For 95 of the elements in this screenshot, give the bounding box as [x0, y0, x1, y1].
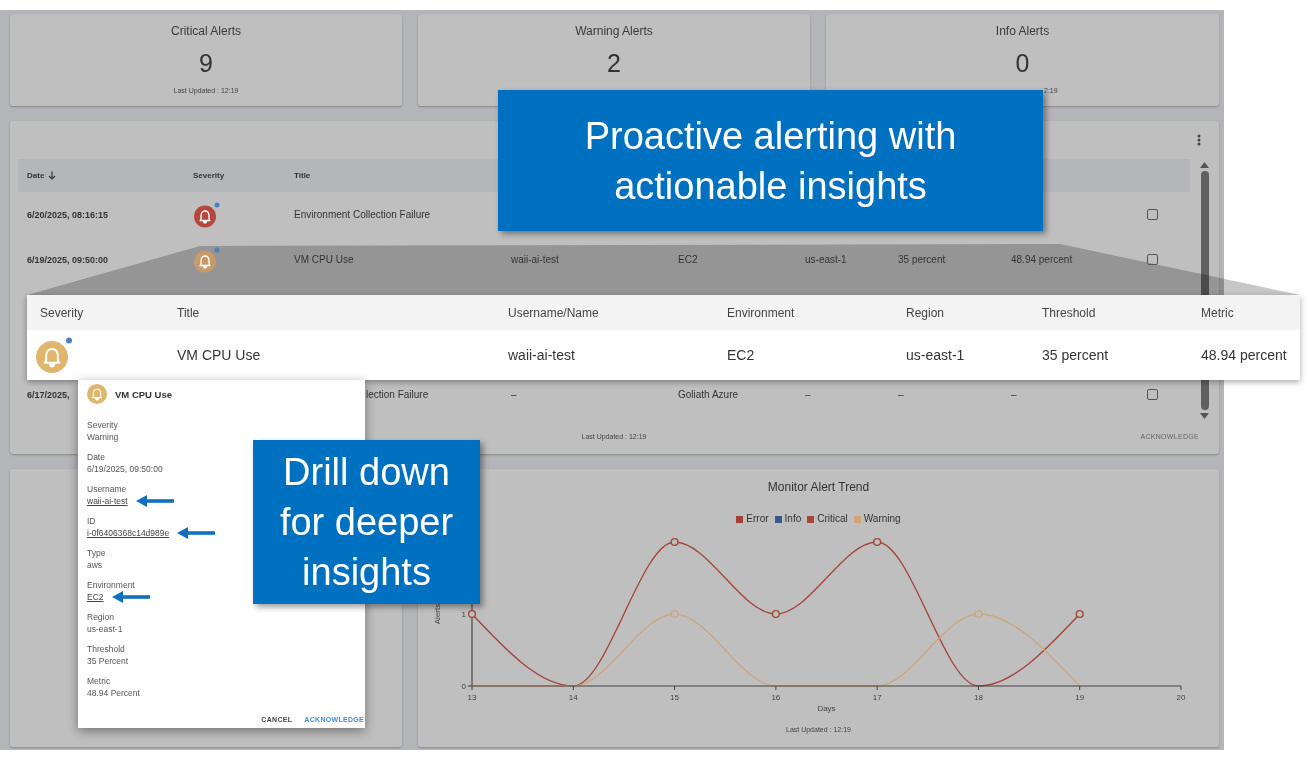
- field-value: 6/19/2025, 09:50:00: [87, 463, 163, 475]
- legend-label: Info: [784, 512, 802, 526]
- card-title: Info Alerts: [995, 23, 1050, 39]
- swatch-icon: [774, 515, 782, 523]
- callout: Drill down for deeper insights: [253, 440, 480, 604]
- column-header: Environment: [727, 305, 795, 320]
- swatch-icon: [807, 515, 815, 523]
- field-link[interactable]: EC2: [87, 591, 104, 603]
- axis-tick-label: 14: [568, 693, 578, 702]
- field-label: Metric: [87, 675, 111, 687]
- legend-label: Warning: [863, 512, 901, 526]
- table-cell: VM CPU Use: [294, 254, 354, 265]
- checkbox[interactable]: [1147, 254, 1158, 265]
- column-header: Severity: [40, 305, 84, 320]
- column-header: Title: [177, 305, 200, 320]
- table-cell: 6/19/2025, 09:50:00: [27, 254, 109, 265]
- table-cell: EC2: [678, 254, 698, 265]
- axis-title: Days: [817, 704, 836, 713]
- field-link[interactable]: waii-ai-test: [87, 495, 128, 507]
- data-point: [1075, 609, 1084, 619]
- table-cell: 6/17/2025,: [27, 389, 70, 400]
- axis-tick-label: 19: [1075, 693, 1085, 702]
- table-cell: –: [898, 389, 904, 400]
- column-header[interactable]: Date: [27, 171, 57, 180]
- field-label: Type: [87, 547, 106, 559]
- checkbox[interactable]: [1147, 389, 1158, 400]
- column-header: Metric: [1201, 305, 1234, 320]
- alert-count: 9: [199, 49, 213, 77]
- caret-down-icon[interactable]: [1200, 413, 1209, 419]
- axis-title: Alerts: [433, 603, 442, 625]
- axis-tick-label: 20: [1176, 693, 1186, 702]
- caret-up-icon[interactable]: [1200, 162, 1209, 168]
- field-label: Username: [87, 483, 127, 495]
- field-label: Severity: [87, 419, 118, 431]
- field-value: us-east-1: [87, 623, 123, 635]
- table-cell: 48.94 percent: [1011, 254, 1073, 265]
- axis-tick-label: 0: [461, 682, 466, 691]
- field-value: aws: [87, 559, 103, 571]
- data-point: [670, 537, 679, 547]
- table-cell: 48.94 percent: [1201, 347, 1287, 363]
- field-label: Threshold: [87, 643, 125, 655]
- data-point: [974, 609, 983, 619]
- axis-tick-label: 13: [467, 693, 477, 702]
- axis-tick-label: 18: [974, 693, 983, 702]
- table-cell: us-east-1: [906, 347, 965, 363]
- legend-label: Error: [746, 512, 769, 526]
- table-cell: Goliath Azure: [678, 389, 739, 400]
- column-header: Threshold: [1042, 305, 1096, 320]
- table-cell: waii-ai-test: [511, 254, 559, 265]
- column-header[interactable]: Title: [294, 171, 311, 180]
- column-header[interactable]: Severity: [193, 171, 225, 180]
- table-cell: Environment Collection Failure: [294, 209, 431, 220]
- field-value: 35 Percent: [87, 655, 129, 667]
- column-header: Username/Name: [508, 305, 599, 320]
- axis-tick-label: 16: [771, 693, 781, 702]
- callout: Proactive alerting with actionable insights: [498, 90, 1043, 231]
- field-label: Date: [87, 451, 105, 463]
- kebab-menu-icon[interactable]: [1197, 134, 1201, 146]
- table-cell: –: [805, 389, 811, 400]
- chart-title: Monitor Alert Trend: [767, 480, 870, 494]
- table-cell: –: [511, 389, 517, 400]
- table-cell: –: [1011, 389, 1017, 400]
- table-cell: us-east-1: [805, 254, 847, 265]
- card-title: Warning Alerts: [575, 23, 653, 39]
- checkbox[interactable]: [1147, 209, 1158, 220]
- table-cell: lection Failure: [366, 389, 429, 400]
- swatch-icon: [853, 515, 861, 523]
- column-header: Region: [906, 305, 945, 320]
- table-cell: 35 percent: [898, 254, 946, 265]
- bell-icon: [87, 384, 107, 404]
- field-label: Environment: [87, 579, 135, 591]
- table-cell: EC2: [727, 347, 755, 363]
- axis-tick-label: 17: [872, 693, 882, 702]
- table-cell: 35 percent: [1042, 347, 1109, 363]
- table-cell: 6/20/2025, 08:16:15: [27, 209, 109, 220]
- card-title: Critical Alerts: [171, 23, 241, 39]
- table-cell: VM CPU Use: [177, 347, 261, 363]
- bell-icon: [35, 336, 73, 374]
- data-point: [771, 609, 780, 619]
- legend-label: Critical: [817, 512, 848, 526]
- data-point: [873, 537, 882, 547]
- field-value: 48.94 Percent: [87, 687, 140, 699]
- field-label: ID: [87, 515, 96, 527]
- field-link[interactable]: i-0f6406368c14d989e: [87, 527, 170, 539]
- dialog-title: VM CPU Use: [115, 388, 172, 400]
- table-cell: waii-ai-test: [508, 347, 575, 363]
- alert-count: 0: [1015, 49, 1030, 77]
- alert-count: 2: [607, 49, 621, 77]
- field-label: Region: [87, 611, 114, 623]
- swatch-icon: [736, 515, 744, 523]
- field-value: Warning: [87, 431, 119, 443]
- data-point: [467, 609, 477, 619]
- axis-tick-label: 15: [670, 693, 679, 702]
- data-point: [670, 609, 679, 619]
- axis-tick-label: 1: [461, 610, 466, 619]
